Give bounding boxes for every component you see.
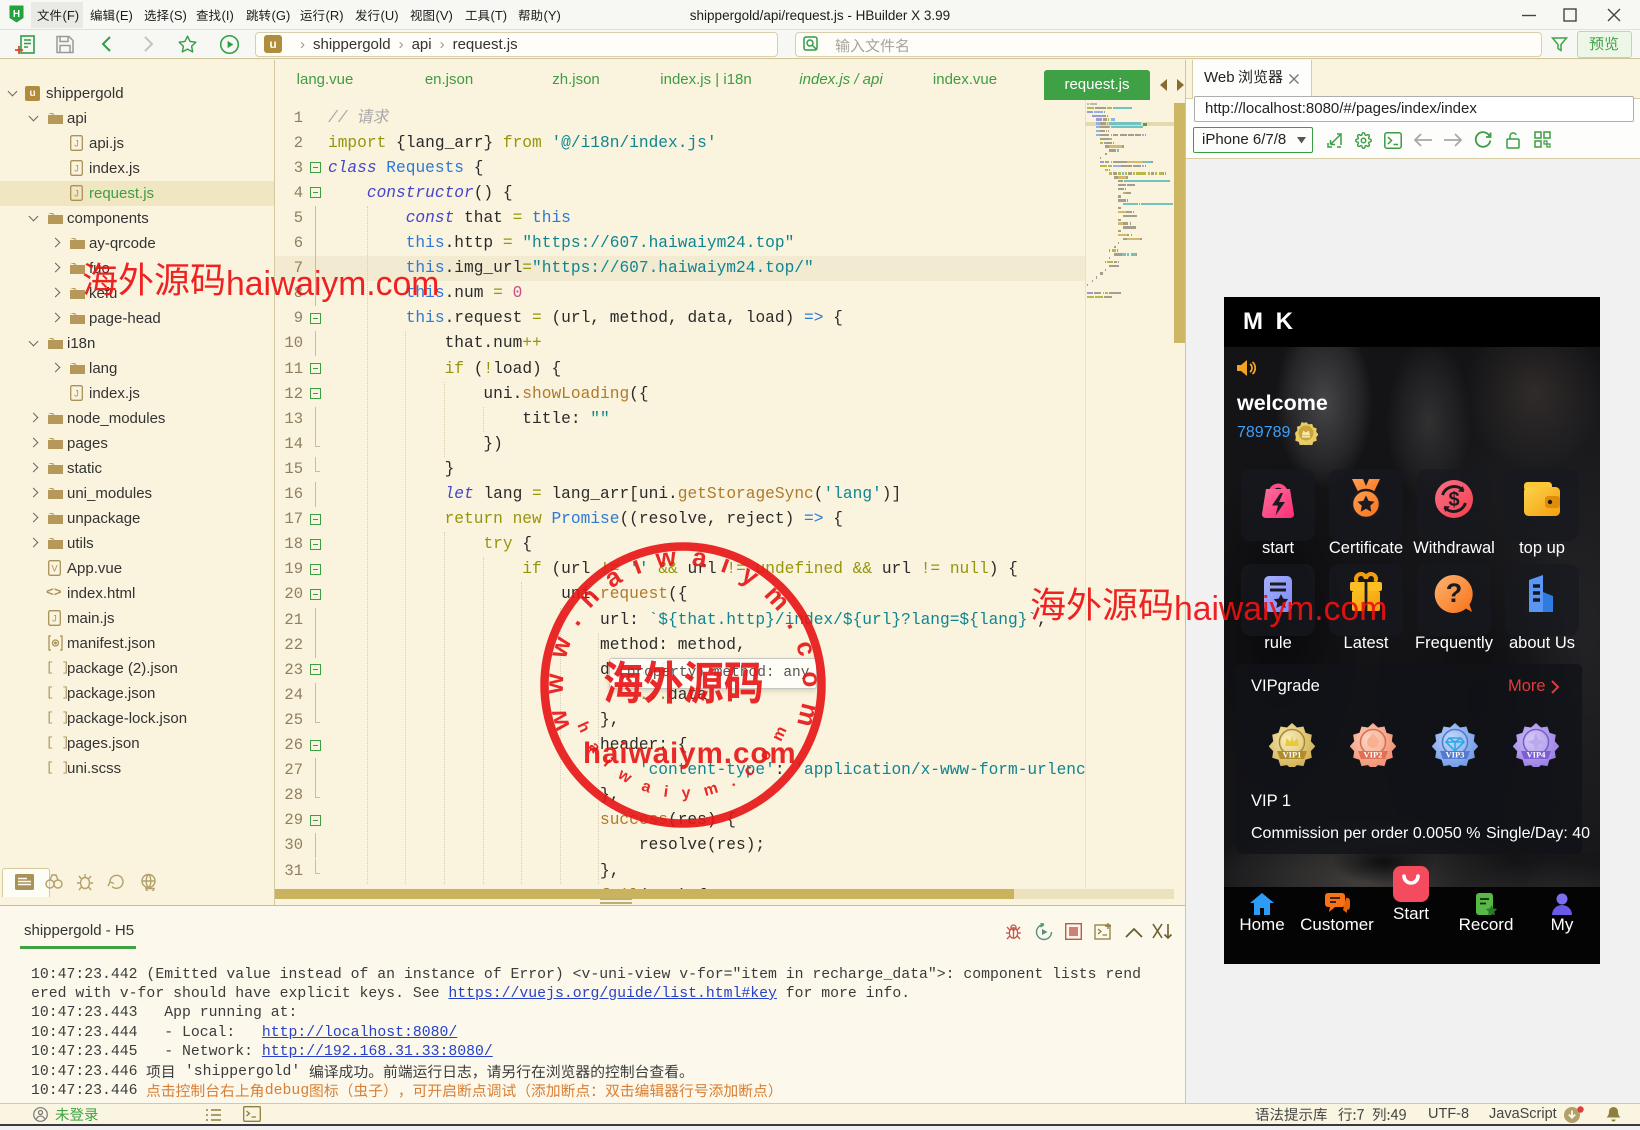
svg-text:J: J: [74, 189, 79, 199]
svg-text:$: $: [1448, 489, 1459, 511]
svg-text:V: V: [51, 564, 57, 574]
svg-text:J: J: [74, 139, 79, 149]
svg-text:J: J: [52, 614, 57, 624]
svg-text:J: J: [74, 164, 79, 174]
svg-text:J: J: [74, 389, 79, 399]
svg-text:VIP1: VIP1: [1283, 750, 1302, 760]
svg-text:VIP3: VIP3: [1446, 750, 1465, 760]
svg-text:VIP2: VIP2: [1364, 750, 1383, 760]
svg-text:H: H: [13, 9, 20, 20]
svg-text:VIP4: VIP4: [1527, 750, 1547, 760]
svg-text:?: ?: [1446, 578, 1463, 608]
